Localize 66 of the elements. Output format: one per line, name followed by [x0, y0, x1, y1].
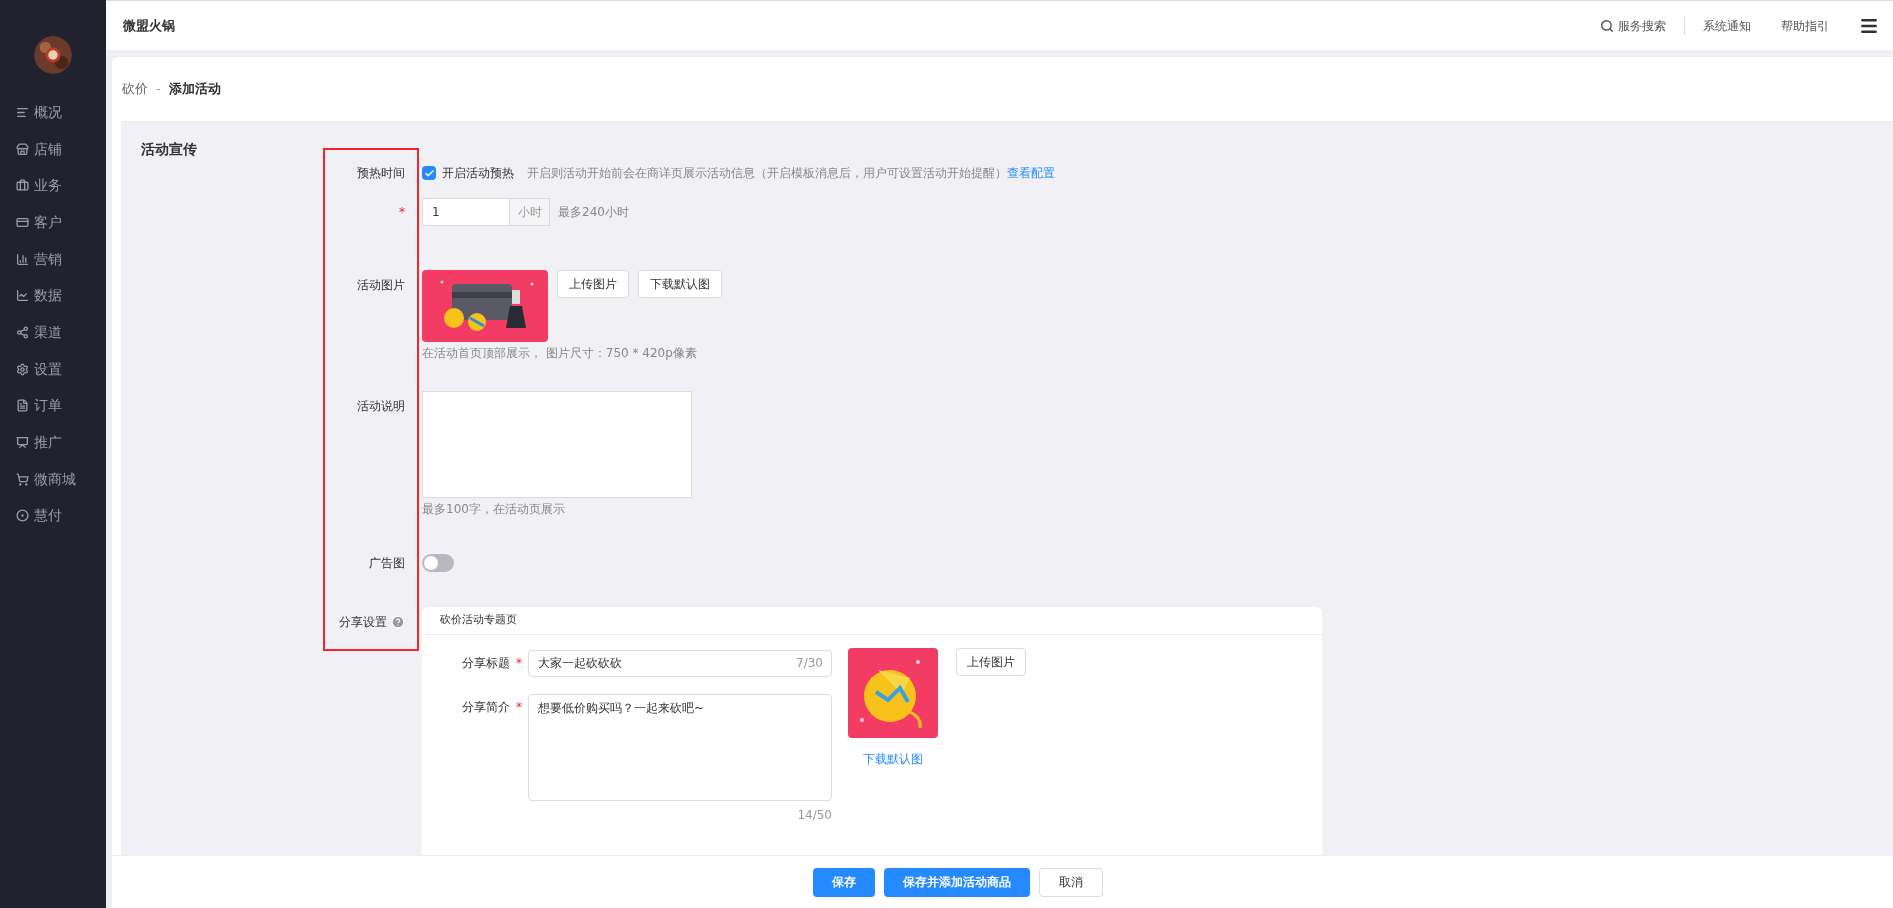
help-icon[interactable]: [391, 615, 405, 629]
char-counter: 7/30: [796, 656, 823, 670]
nav-item[interactable]: 慧付: [0, 497, 106, 535]
nav-item[interactable]: 店铺: [0, 130, 106, 168]
nav-item[interactable]: 客户: [0, 204, 106, 241]
nav-item[interactable]: 概况: [0, 94, 106, 131]
nav-item[interactable]: 数据: [0, 277, 106, 315]
bar-chart-icon: [16, 252, 29, 266]
store-icon: [16, 142, 29, 156]
upload-image-button[interactable]: 上传图片: [956, 648, 1026, 676]
lines-icon: [16, 105, 29, 119]
header-link[interactable]: 系统通知: [1703, 16, 1751, 35]
field-label: 活动说明: [357, 398, 405, 415]
billboard-icon: [16, 436, 29, 450]
settings-icon: [16, 362, 29, 376]
line-chart-icon: [16, 289, 29, 303]
unit-addon: 小时: [510, 198, 550, 226]
primary-button[interactable]: 保存: [812, 867, 875, 897]
header-link[interactable]: 帮助指引: [1781, 16, 1829, 35]
hint-text: 在活动首页顶部展示， 图片尺寸：750 * 420p像素: [422, 345, 697, 362]
cart-icon: [16, 472, 29, 486]
required-mark: *: [516, 699, 522, 716]
hint-text: 最多100字，在活动页展示: [422, 501, 565, 518]
field-label: 分享设置: [339, 614, 387, 631]
hint-text: 开启则活动开始前会在商详页展示活动信息（开启模板消息后，用户可设置活动开始提醒）: [527, 165, 1007, 182]
nav-item[interactable]: 营销: [0, 240, 106, 278]
network-icon: [16, 325, 29, 339]
download-default-link[interactable]: 下载默认图: [863, 750, 923, 768]
field-label: 分享简介: [462, 699, 510, 716]
view-config-link[interactable]: 查看配置: [1007, 164, 1055, 182]
search-icon: [1600, 18, 1614, 33]
document-icon: [16, 399, 29, 413]
checkbox[interactable]: [422, 166, 436, 180]
cancel-button[interactable]: 取消: [1038, 867, 1103, 897]
image-button[interactable]: 下载默认图: [638, 270, 722, 298]
breadcrumb-separator: -: [156, 80, 161, 99]
section-title: 活动宣传: [141, 140, 197, 159]
briefcase-icon: [16, 179, 29, 193]
required-mark: *: [516, 655, 522, 672]
app-title: 微盟火锅: [123, 16, 175, 35]
field-label: 分享标题: [462, 655, 510, 672]
image-button[interactable]: 上传图片: [557, 270, 629, 298]
field-label: 预热时间: [357, 165, 405, 182]
nav-item[interactable]: 设置: [0, 350, 106, 388]
breadcrumb-link[interactable]: 砍价: [122, 79, 148, 99]
nav-item[interactable]: 渠道: [0, 314, 106, 351]
hint-text: 最多240小时: [558, 204, 629, 221]
required-mark: *: [399, 204, 405, 221]
nav-item[interactable]: 业务: [0, 167, 106, 205]
char-counter: 14/50: [797, 807, 832, 824]
ad-image-toggle[interactable]: [422, 554, 454, 572]
breadcrumb-current: 添加活动: [168, 80, 221, 99]
coin-icon: [16, 509, 29, 523]
card-tab[interactable]: 砍价活动专题页: [440, 612, 517, 629]
primary-button[interactable]: 保存并添加活动商品: [883, 867, 1030, 897]
hours-field[interactable]: 1: [422, 198, 510, 226]
nav-item[interactable]: 订单: [0, 387, 106, 425]
check-icon: [423, 167, 435, 179]
nav-item[interactable]: 微商城: [0, 460, 106, 498]
field-label: 活动图片: [357, 277, 405, 294]
field-label: 广告图: [369, 555, 405, 572]
search-link[interactable]: 服务搜索: [1600, 16, 1666, 35]
checkbox-label[interactable]: 开启活动预热: [442, 164, 514, 182]
nav-item[interactable]: 推广: [0, 424, 106, 461]
share-intro-textarea[interactable]: 想要低价购买吗？一起来砍吧~: [528, 694, 832, 801]
card-icon: [16, 215, 29, 229]
